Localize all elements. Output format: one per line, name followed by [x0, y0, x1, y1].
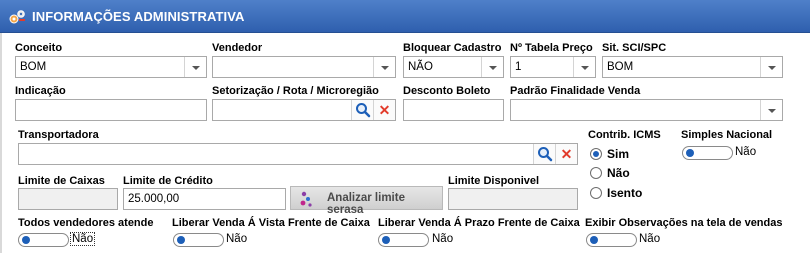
- chevron-down-icon[interactable]: [373, 57, 395, 77]
- liberar-prazo-toggle[interactable]: [378, 233, 429, 247]
- padrao-finalidade-select[interactable]: [510, 99, 783, 121]
- todos-vendedores-label: Todos vendedores atende: [18, 217, 154, 229]
- chevron-down-icon[interactable]: [760, 57, 782, 77]
- toggle-knob: [382, 236, 390, 244]
- bloquear-cadastro-label: Bloquear Cadastro: [403, 42, 502, 54]
- radio-isento[interactable]: [590, 187, 602, 199]
- radio-sim-label: Sim: [607, 147, 630, 161]
- section-header: INFORMAÇÕES ADMINISTRATIVA: [0, 0, 810, 33]
- liberar-prazo-state: Não: [432, 233, 454, 245]
- vendedor-label: Vendedor: [212, 42, 263, 54]
- chevron-down-icon[interactable]: [481, 57, 503, 77]
- setorizacao-label: Setorização / Rota / Microregião: [212, 85, 379, 97]
- conceito-value: BOM: [20, 61, 47, 73]
- liberar-vista-state: Não: [226, 233, 248, 245]
- limite-credito-label: Limite de Crédito: [123, 175, 213, 187]
- chevron-down-icon[interactable]: [573, 57, 595, 77]
- tabela-preco-select[interactable]: 1: [510, 56, 596, 78]
- liberar-prazo-label: Liberar Venda Á Prazo Frente de Caixa: [378, 217, 580, 229]
- limite-credito-value: 25.000,00: [128, 193, 180, 205]
- toggle-knob: [22, 236, 30, 244]
- simples-nacional-label: Simples Nacional: [681, 129, 773, 141]
- indicacao-input[interactable]: [15, 99, 207, 121]
- liberar-vista-label: Liberar Venda Á Vista Frente de Caixa: [172, 217, 370, 229]
- analisar-serasa-label: Analizar limite serasa: [327, 192, 405, 216]
- sit-sci-spc-label: Sit. SCI/SPC: [602, 42, 667, 54]
- padrao-finalidade-label: Padrão Finalidade Venda: [510, 85, 641, 97]
- close-icon[interactable]: ✕: [373, 100, 395, 120]
- close-icon[interactable]: ✕: [555, 144, 577, 164]
- toggle-knob: [177, 236, 185, 244]
- serasa-icon: [300, 191, 312, 207]
- conceito-select[interactable]: BOM: [15, 56, 207, 78]
- exibir-observacoes-toggle[interactable]: [586, 233, 637, 247]
- config-gears-icon: [9, 10, 25, 24]
- desconto-boleto-input[interactable]: [403, 99, 504, 121]
- limite-credito-input[interactable]: 25.000,00: [123, 188, 286, 210]
- tabela-preco-label: Nº Tabela Preço: [510, 42, 593, 54]
- radio-nao[interactable]: [590, 167, 602, 179]
- desconto-boleto-label: Desconto Boleto: [403, 85, 491, 97]
- limite-caixas-input[interactable]: [18, 188, 118, 210]
- exibir-observacoes-label: Exibir Observações na tela de vendas: [585, 217, 783, 229]
- sit-sci-spc-select[interactable]: BOM: [602, 56, 783, 78]
- setorizacao-input[interactable]: ✕: [212, 99, 396, 121]
- limite-disponivel-label: Limite Disponivel: [448, 175, 540, 187]
- liberar-vista-toggle[interactable]: [173, 233, 224, 247]
- transportadora-label: Transportadora: [18, 129, 99, 141]
- indicacao-label: Indicação: [15, 85, 66, 97]
- radio-nao-label: Não: [607, 166, 630, 180]
- todos-vendedores-toggle[interactable]: [18, 233, 69, 247]
- exibir-observacoes-state: Não: [639, 233, 661, 245]
- analisar-serasa-button[interactable]: Analizar limite serasa: [290, 186, 443, 216]
- toggle-knob: [590, 236, 598, 244]
- toggle-knob: [686, 149, 694, 157]
- transportadora-input[interactable]: ✕: [18, 143, 578, 165]
- bloquear-cadastro-value: NÃO: [408, 61, 433, 73]
- simples-nacional-toggle[interactable]: [682, 146, 733, 160]
- radio-sim[interactable]: [590, 148, 602, 160]
- vendedor-select[interactable]: [212, 56, 396, 78]
- radio-isento-label: Isento: [607, 186, 643, 200]
- chevron-down-icon[interactable]: [760, 100, 782, 120]
- simples-nacional-state: Não: [735, 146, 757, 158]
- search-icon[interactable]: [351, 100, 373, 120]
- section-title: INFORMAÇÕES ADMINISTRATIVA: [32, 9, 245, 24]
- sit-sci-spc-value: BOM: [607, 61, 634, 73]
- chevron-down-icon[interactable]: [184, 57, 206, 77]
- contrib-icms-label: Contrib. ICMS: [588, 129, 661, 141]
- conceito-label: Conceito: [15, 42, 63, 54]
- bloquear-cadastro-select[interactable]: NÃO: [403, 56, 504, 78]
- limite-caixas-label: Limite de Caixas: [18, 175, 105, 187]
- limite-disponivel-input[interactable]: [448, 188, 578, 210]
- todos-vendedores-state: Não: [70, 232, 96, 246]
- search-icon[interactable]: [533, 144, 555, 164]
- left-divider: [0, 33, 2, 253]
- tabela-preco-value: 1: [515, 61, 522, 73]
